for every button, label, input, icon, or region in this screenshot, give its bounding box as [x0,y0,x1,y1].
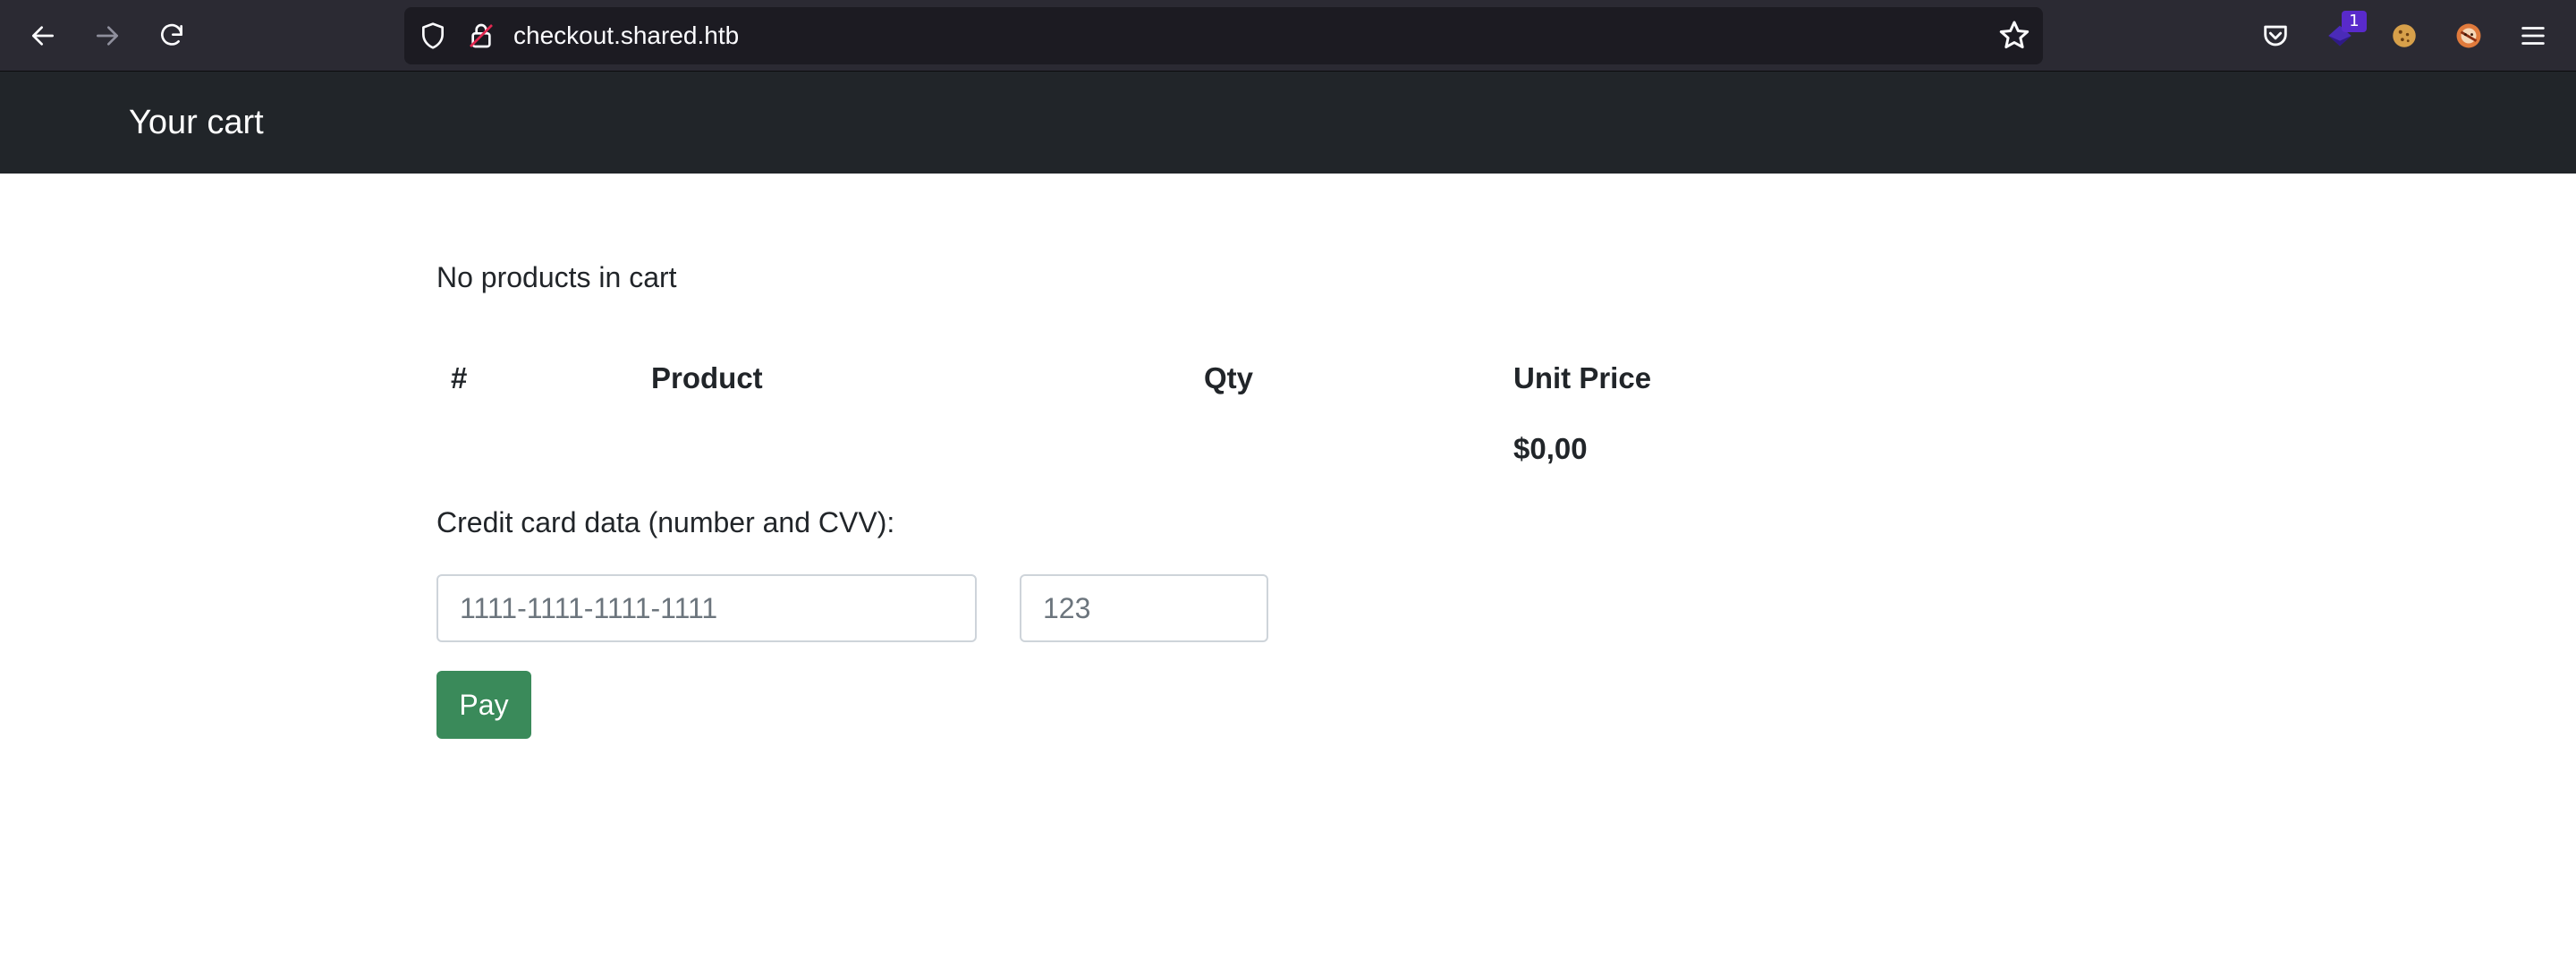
reload-button[interactable] [150,14,193,57]
card-number-input[interactable] [436,574,977,642]
empty-cart-message: No products in cart [436,261,677,293]
profile-avatar-icon [2456,23,2481,48]
menu-button[interactable] [2513,16,2553,55]
forward-button[interactable] [86,14,129,57]
column-header-product: Product [651,361,763,394]
cookie-icon [2393,24,2416,47]
url-text[interactable]: checkout.shared.htb [513,7,739,64]
cart-total-row: $0,00 [436,413,1857,485]
pocket-icon [2264,25,2287,47]
column-header-qty: Qty [1204,361,1254,394]
cvv-input[interactable] [1020,574,1268,642]
pocket-button[interactable] [2256,16,2295,55]
site-header: Your cart [0,72,2576,174]
column-header-unit-price: Unit Price [1513,361,1652,394]
cart-table: # Product Qty Unit Price $0,00 [436,343,1857,485]
total-empty-cell [637,413,1190,485]
pay-button[interactable]: Pay [436,671,531,739]
extension-badge: 1 [2342,11,2367,32]
bookmark-star-icon[interactable] [1998,20,2030,52]
reload-icon [161,23,182,46]
total-empty-cell [436,413,637,485]
tracking-protection-shield-icon[interactable] [419,21,447,50]
back-arrow-icon [32,26,54,46]
credit-card-label: Credit card data (number and CVV): [436,506,895,538]
url-bar[interactable]: checkout.shared.htb [404,7,2043,64]
column-header-number: # [451,361,468,394]
cookie-extension-button[interactable] [2385,16,2424,55]
browser-toolbar: checkout.shared.htb 1 [0,0,2576,72]
profile-extension-button[interactable] [2449,16,2488,55]
insecure-lock-icon[interactable] [467,21,496,50]
hamburger-menu-icon [2521,27,2545,45]
back-button[interactable] [21,14,64,57]
cart-table-header: # Product Qty Unit Price [436,343,1857,413]
cart-total: $0,00 [1513,432,1588,465]
forward-arrow-icon [97,26,118,46]
total-empty-cell [1190,413,1499,485]
page-title: Your cart [129,104,264,141]
